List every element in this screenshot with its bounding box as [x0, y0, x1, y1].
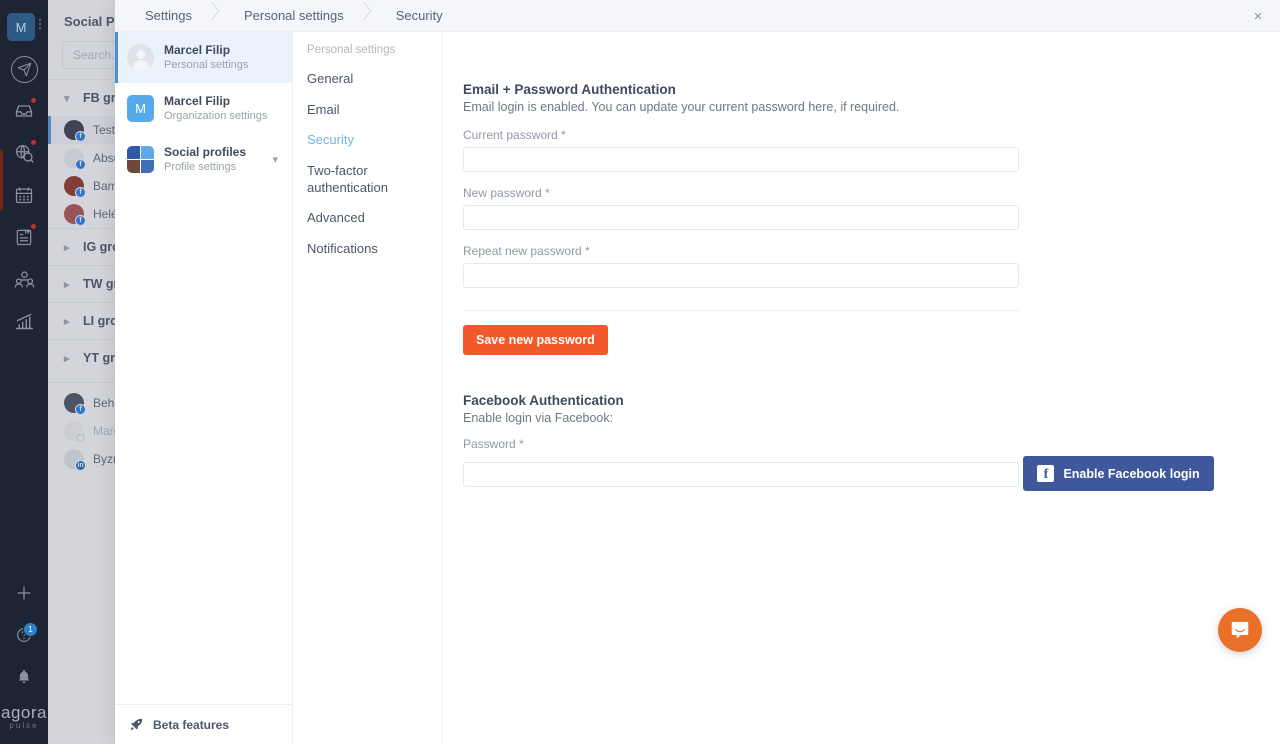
save-new-password-button[interactable]: Save new password: [463, 325, 608, 355]
subnav-item-two-factor-authentication[interactable]: Two-factor authentication: [293, 156, 397, 203]
enable-facebook-login-label: Enable Facebook login: [1063, 466, 1200, 481]
calendar-icon[interactable]: [0, 174, 48, 216]
bell-notifications-icon[interactable]: [0, 656, 48, 698]
facebook-password-label: Password *: [463, 437, 524, 451]
settings-subnav: Personal settings General Email Security…: [293, 32, 443, 744]
email-auth-section-description: Email login is enabled. You can update y…: [463, 100, 900, 114]
tasks-alert-badge: [30, 223, 37, 230]
chevron-down-icon[interactable]: ▾: [272, 153, 280, 166]
new-password-label: New password *: [463, 186, 550, 200]
breadcrumb-item-personal-settings[interactable]: Personal settings: [222, 0, 358, 31]
account-text: Marcel Filip Personal settings: [164, 42, 280, 73]
breadcrumb-separator-icon: [358, 0, 374, 31]
settings-modal: Settings Personal settings Security × Ma…: [115, 0, 1280, 744]
inbox-tray-icon[interactable]: [0, 90, 48, 132]
rail-bottom-section: 1 agora pulse: [0, 572, 48, 744]
facebook-auth-section-title: Facebook Authentication: [463, 393, 624, 408]
breadcrumb-item-settings[interactable]: Settings: [115, 0, 206, 31]
beta-features-label: Beta features: [153, 717, 230, 732]
discovery-alert-badge: [30, 139, 37, 146]
intercom-chat-button[interactable]: [1218, 608, 1262, 652]
settings-content: Email + Password Authentication Email lo…: [443, 32, 1280, 744]
subnav-item-notifications[interactable]: Notifications: [293, 234, 442, 265]
avatar: [127, 44, 154, 72]
email-auth-section-title: Email + Password Authentication: [463, 82, 676, 97]
account-item-personal[interactable]: Marcel Filip Personal settings: [115, 32, 292, 84]
help-count-badge: 1: [23, 622, 38, 637]
account-item-organization[interactable]: M Marcel Filip Organization settings: [115, 83, 292, 134]
intercom-chat-icon: [1231, 621, 1249, 639]
current-password-label: Current password *: [463, 128, 566, 142]
send-paper-plane-icon[interactable]: [0, 48, 48, 90]
inbox-unread-badge: [30, 97, 37, 104]
subnav-heading: Personal settings: [307, 44, 396, 56]
analytics-bar-chart-icon[interactable]: [0, 300, 48, 342]
account-name: Marcel Filip: [164, 94, 231, 109]
breadcrumb-separator-icon: [206, 0, 222, 31]
close-icon[interactable]: ×: [1246, 0, 1270, 32]
avatar: M: [127, 95, 154, 123]
modal-body: Marcel Filip Personal settings M Marcel …: [115, 32, 1280, 744]
divider: [463, 310, 1019, 311]
repeat-new-password-input[interactable]: [463, 263, 1019, 288]
three-dots-vertical-icon[interactable]: [39, 19, 41, 29]
app-root: M 1 agora pulse Social Profiles Search..…: [0, 0, 1280, 744]
app-brand-logo: agora pulse: [1, 698, 47, 740]
current-password-input[interactable]: [463, 147, 1019, 172]
new-password-input[interactable]: [463, 205, 1019, 230]
subnav-item-advanced[interactable]: Advanced: [293, 203, 442, 234]
account-subtitle: Personal settings: [164, 59, 249, 72]
facebook-password-input[interactable]: [463, 461, 1019, 487]
breadcrumb-item-security[interactable]: Security: [374, 0, 457, 31]
account-item-social-profiles[interactable]: Social profiles Profile settings ▾: [115, 134, 292, 185]
account-subtitle: Organization settings: [164, 110, 268, 123]
left-app-rail: M 1 agora pulse: [0, 0, 48, 744]
workspace-avatar[interactable]: M: [7, 13, 35, 41]
subnav-item-general[interactable]: General: [293, 64, 442, 95]
rocket-icon: [130, 718, 143, 731]
rail-top-section: M: [0, 0, 48, 342]
help-question-icon[interactable]: 1: [0, 614, 48, 656]
account-name: Marcel Filip: [164, 43, 231, 57]
account-text: Social profiles Profile settings: [164, 144, 262, 175]
facebook-auth-section-description: Enable login via Facebook:: [463, 411, 614, 425]
brand-tagline: pulse: [9, 721, 39, 730]
breadcrumb: Settings Personal settings Security ×: [115, 0, 1280, 32]
facebook-f-icon: f: [1037, 465, 1055, 482]
accounts-column: Marcel Filip Personal settings M Marcel …: [115, 32, 293, 744]
account-text: Marcel Filip Organization settings: [164, 93, 280, 124]
enable-facebook-login-button[interactable]: f Enable Facebook login: [1023, 456, 1214, 491]
accounts-spacer: [115, 185, 292, 704]
team-users-icon[interactable]: [0, 258, 48, 300]
account-subtitle: Profile settings: [164, 161, 237, 174]
brand-name: agora: [1, 703, 47, 722]
social-profiles-thumbnail-grid-icon: [127, 146, 154, 174]
rail-logo-row: M: [0, 10, 48, 48]
plus-add-icon[interactable]: [0, 572, 48, 614]
beta-features-button[interactable]: Beta features: [115, 704, 292, 744]
subnav-item-security[interactable]: Security: [293, 125, 442, 156]
clipboard-notes-icon[interactable]: [0, 216, 48, 258]
globe-search-icon[interactable]: [0, 132, 48, 174]
account-name: Social profiles: [164, 145, 247, 160]
repeat-new-password-label: Repeat new password *: [463, 244, 590, 258]
subnav-item-email[interactable]: Email: [293, 95, 442, 126]
